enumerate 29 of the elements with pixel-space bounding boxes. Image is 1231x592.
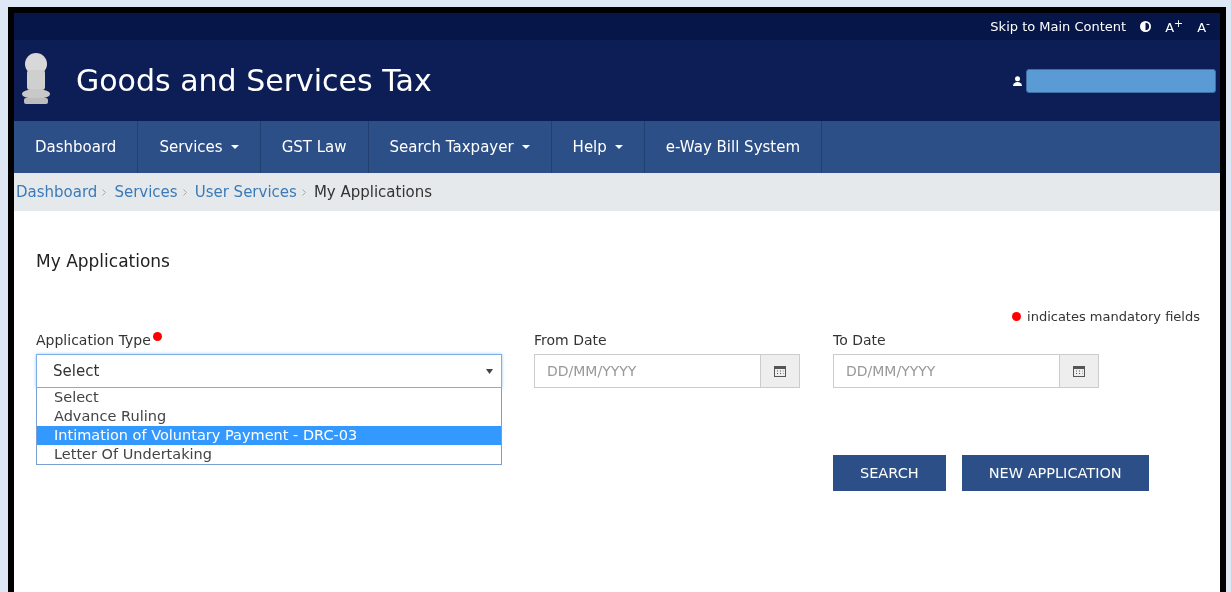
font-increase-link[interactable]: A$^{+}$ — [1165, 17, 1184, 36]
breadcrumb-link[interactable]: Services — [114, 183, 178, 201]
required-dot — [1012, 312, 1022, 321]
field-label: From Date — [534, 332, 608, 348]
field-label: To Date — [833, 332, 887, 348]
user-icon — [1013, 75, 1022, 86]
calendar-button[interactable] — [1059, 354, 1099, 388]
page-title: My Applications — [36, 251, 171, 271]
search-button[interactable]: SEARCH — [833, 455, 946, 491]
site-title: Goods and Services Tax — [76, 63, 433, 98]
breadcrumb-link[interactable]: User Services — [194, 183, 297, 201]
calendar-icon — [774, 365, 786, 377]
calendar-icon — [1073, 365, 1085, 377]
field-label: Application Type — [36, 332, 151, 348]
chevron-icon — [182, 188, 187, 196]
chevron-icon — [301, 188, 306, 196]
new-application-button[interactable]: NEW APPLICATION — [961, 455, 1149, 491]
to-date-field[interactable]: DD/MM/YYYY — [833, 354, 1059, 388]
breadcrumb-link[interactable]: My Applications — [313, 183, 433, 201]
chevron-icon — [102, 188, 107, 196]
font-decrease-link[interactable]: A$^{-}$ — [1197, 17, 1210, 36]
application-type-select[interactable]: Select — [36, 354, 502, 388]
skip-link[interactable]: Skip to Main Content — [990, 19, 1127, 34]
caret-icon — [486, 368, 493, 374]
contrast-icon[interactable] — [1140, 21, 1152, 32]
from-date-field[interactable]: DD/MM/YYYY — [534, 354, 760, 388]
calendar-button[interactable] — [760, 354, 800, 388]
breadcrumb-link[interactable]: Dashboard — [16, 183, 98, 201]
mandatory-note: indicates mandatory fields — [1027, 309, 1200, 324]
